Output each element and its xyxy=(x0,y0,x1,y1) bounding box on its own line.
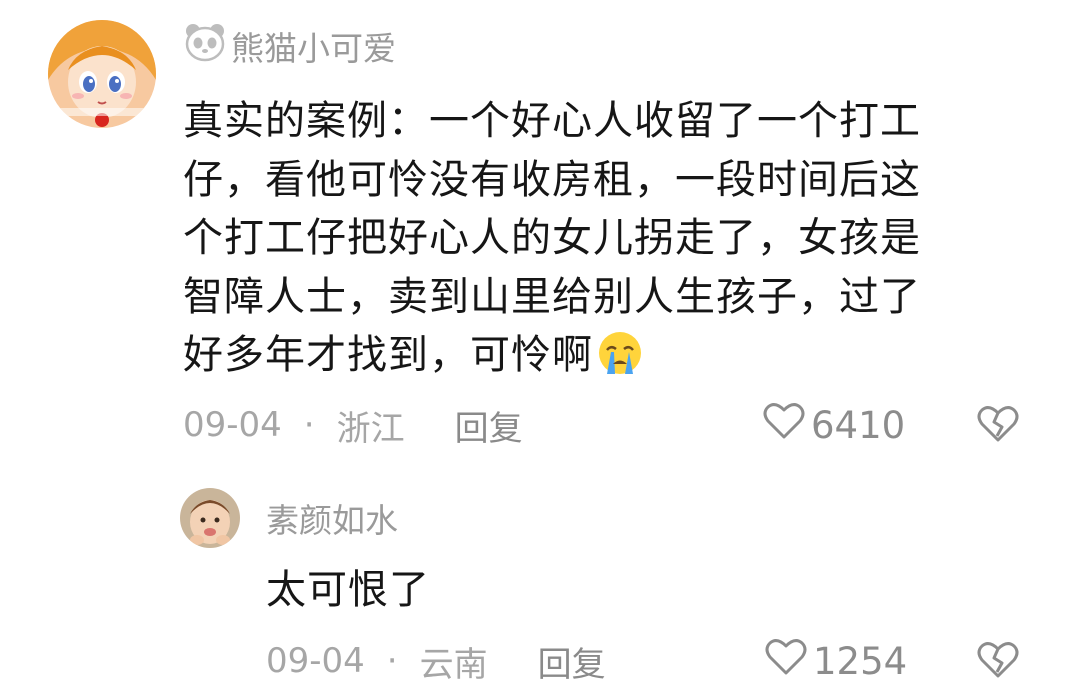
crying-face-emoji-icon xyxy=(595,330,645,393)
comment-text: 真实的案例：一个好心人收留了一个打工 仔，看他可怜没有收房租，一段时间后这 个打… xyxy=(183,92,1043,393)
comment-username[interactable]: 熊猫小可爱 xyxy=(183,24,396,68)
comment-line: 个打工仔把好心人的女儿拐走了，女孩是 xyxy=(183,215,921,261)
heart-outline-icon xyxy=(765,638,813,685)
panda-icon xyxy=(183,22,227,70)
comment-line: 真实的案例：一个好心人收留了一个打工 xyxy=(183,98,921,144)
like-button[interactable]: 6410 xyxy=(763,402,905,448)
comment-line: 仔，看他可怜没有收房租，一段时间后这 xyxy=(183,156,921,203)
comment-line: 太可恨了 xyxy=(266,567,430,613)
comment-date: 09-04 xyxy=(183,405,282,445)
reply-button[interactable]: 回复 xyxy=(538,637,606,686)
comment-line: 好多年才找到，可怜啊 xyxy=(183,326,1043,393)
heart-outline-icon xyxy=(763,402,811,449)
meta-separator: · xyxy=(386,641,398,681)
comment-line-text: 好多年才找到，可怜啊 xyxy=(183,332,593,378)
comment-meta: 09-04 · 云南 回复 xyxy=(266,637,606,686)
broken-heart-icon xyxy=(977,406,1019,448)
anime-girl-avatar-icon xyxy=(48,20,156,128)
comment-line: 智障人士，卖到山里给别人生孩子，过了 xyxy=(183,273,921,320)
like-count: 1254 xyxy=(813,639,908,683)
user-avatar[interactable] xyxy=(180,488,240,548)
meta-separator: · xyxy=(303,405,315,445)
dislike-button[interactable] xyxy=(977,404,1019,448)
comment-date: 09-04 xyxy=(266,641,365,681)
like-button[interactable]: 1254 xyxy=(765,638,907,684)
dislike-button[interactable] xyxy=(977,640,1019,684)
user-avatar[interactable] xyxy=(48,20,156,128)
reply-button[interactable]: 回复 xyxy=(455,401,523,450)
username-text: 素颜如水 xyxy=(266,501,398,540)
like-count: 6410 xyxy=(811,403,906,447)
comment-location: 云南 xyxy=(419,644,488,685)
baby-photo-avatar-icon xyxy=(180,488,240,548)
broken-heart-icon xyxy=(977,642,1019,684)
comment-meta: 09-04 · 浙江 回复 xyxy=(183,401,523,450)
comment-text: 太可恨了 xyxy=(266,564,430,616)
comment-username[interactable]: 素颜如水 xyxy=(266,496,398,540)
comment-location: 浙江 xyxy=(336,408,405,449)
username-text: 熊猫小可爱 xyxy=(231,29,396,68)
